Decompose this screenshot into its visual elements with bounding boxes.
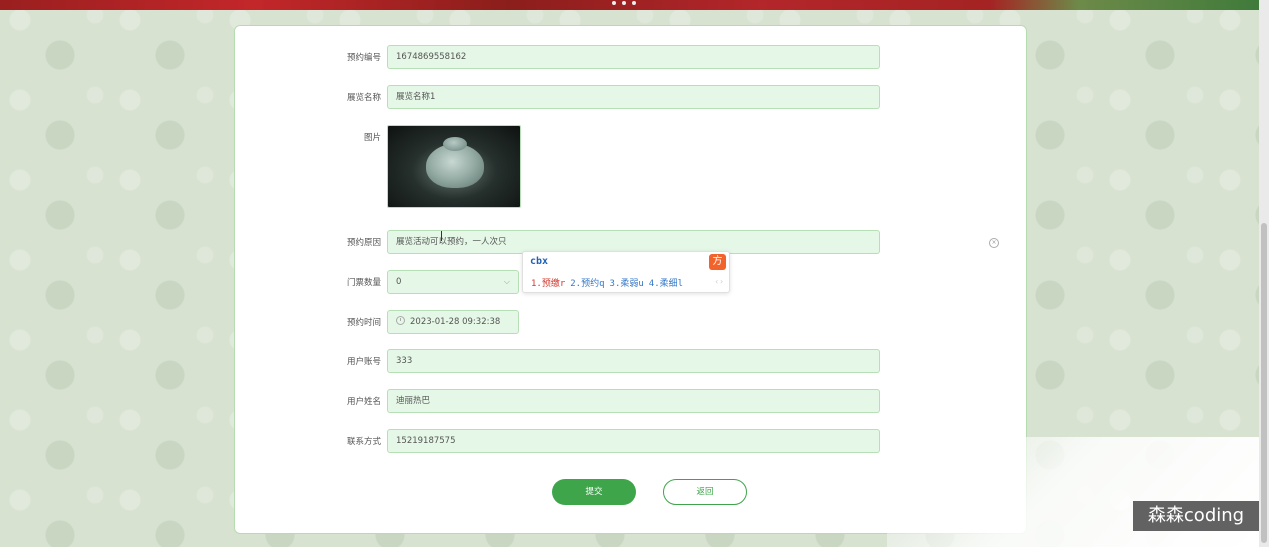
ime-candidate-popup: cbx 方 1.预缴r 2.预约q 3.柔弱u 4.柔细l ‹› [522,251,730,293]
clock-icon [396,316,405,325]
exhibition-name-input[interactable]: 展览名称1 [387,85,880,109]
ime-candidate[interactable]: 3.柔弱u [610,276,644,289]
booking-time-value: 2023-01-28 09:32:38 [410,317,501,327]
ime-candidate[interactable]: 2.预约q [570,276,604,289]
ime-candidate[interactable]: 4.柔细l [649,276,683,289]
ime-page-arrows-icon[interactable]: ‹› [714,277,724,286]
watermark-label: 森森coding [1133,501,1259,531]
ime-candidates: 1.预缴r 2.预约q 3.柔弱u 4.柔细l [531,276,683,289]
label-booking-time: 预约时间 [346,318,381,328]
exhibit-image[interactable] [387,125,521,208]
contact-input[interactable]: 15219187575 [387,429,880,453]
ime-candidate[interactable]: 1.预缴r [531,276,565,289]
user-account-input[interactable]: 333 [387,349,880,373]
ime-input-text: cbx [530,256,549,267]
label-user-name: 用户姓名 [346,397,381,407]
label-reason: 预约原因 [346,238,381,248]
label-contact: 联系方式 [346,437,381,447]
label-exhibition-name: 展览名称 [346,93,381,103]
carousel-dots[interactable] [612,1,636,5]
label-image: 图片 [363,133,381,143]
scrollbar-thumb[interactable] [1261,223,1267,543]
clear-icon[interactable]: × [989,238,999,248]
page-scrollbar[interactable] [1259,0,1269,547]
ticket-count-value: 0 [396,277,402,287]
chevron-down-icon: ⌵ [503,277,510,286]
incense-burner-lid [443,137,467,151]
submit-button[interactable]: 提交 [552,479,636,505]
label-booking-number: 预约编号 [346,53,381,63]
top-banner [0,0,1269,10]
booking-number-input[interactable]: 1674869558162 [387,45,880,69]
back-button[interactable]: 返回 [663,479,747,505]
label-ticket-count: 门票数量 [346,278,381,288]
label-user-account: 用户账号 [346,357,381,367]
ticket-count-select[interactable]: 0 ⌵ [387,270,519,294]
user-name-input[interactable]: 迪丽热巴 [387,389,880,413]
booking-time-picker[interactable]: 2023-01-28 09:32:38 [387,310,519,334]
ime-logo-icon[interactable]: 方 [709,254,726,270]
text-cursor [441,231,442,241]
